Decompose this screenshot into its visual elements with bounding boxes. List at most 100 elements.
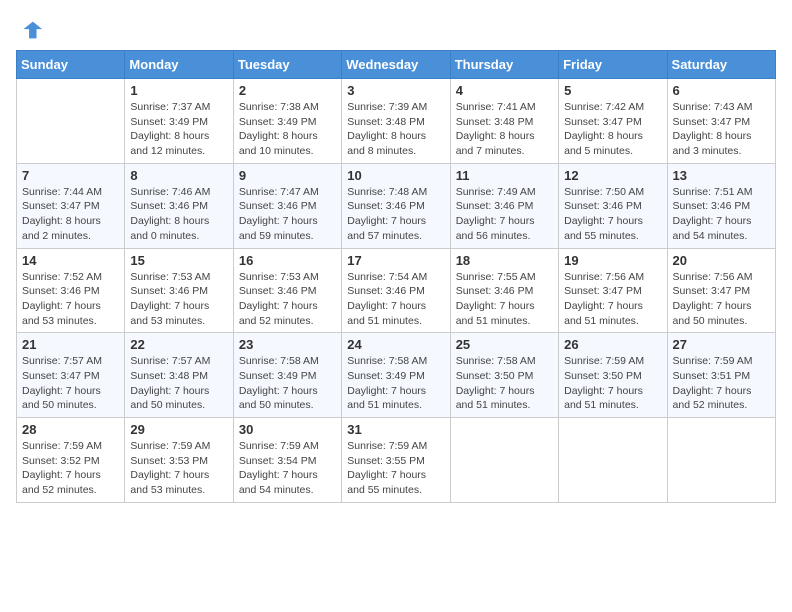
day-number: 11 xyxy=(456,168,553,183)
calendar-cell: 29 Sunrise: 7:59 AMSunset: 3:53 PMDayligh… xyxy=(125,418,233,503)
day-number: 5 xyxy=(564,83,661,98)
weekday-header-monday: Monday xyxy=(125,51,233,79)
calendar-cell: 6Sunrise: 7:43 AMSunset: 3:47 PMDaylight… xyxy=(667,79,775,164)
day-number: 15 xyxy=(130,253,227,268)
calendar-cell: 25 Sunrise: 7:58 AMSunset: 3:50 PMDayligh… xyxy=(450,333,558,418)
calendar-week-row: 28 Sunrise: 7:59 AMSunset: 3:52 PMDayligh… xyxy=(17,418,776,503)
calendar-table: SundayMondayTuesdayWednesdayThursdayFrid… xyxy=(16,50,776,503)
calendar-cell: 7 Sunrise: 7:44 AMSunset: 3:47 PMDaylight… xyxy=(17,163,125,248)
weekday-header-thursday: Thursday xyxy=(450,51,558,79)
calendar-cell: 14 Sunrise: 7:52 AMSunset: 3:46 PMDayligh… xyxy=(17,248,125,333)
logo-icon xyxy=(16,16,44,44)
calendar-cell: 2 Sunrise: 7:38 AMSunset: 3:49 PMDaylight… xyxy=(233,79,341,164)
day-number: 26 xyxy=(564,337,661,352)
day-number: 16 xyxy=(239,253,336,268)
day-number: 17 xyxy=(347,253,444,268)
day-number: 20 xyxy=(673,253,770,268)
day-info: Sunrise: 7:57 AMSunset: 3:48 PMDaylight:… xyxy=(130,354,227,413)
calendar-cell: 9 Sunrise: 7:47 AMSunset: 3:46 PMDaylight… xyxy=(233,163,341,248)
calendar-cell: 23Sunrise: 7:58 AMSunset: 3:49 PMDayligh… xyxy=(233,333,341,418)
day-info: Sunrise: 7:38 AMSunset: 3:49 PMDaylight:… xyxy=(239,100,336,159)
day-info: Sunrise: 7:55 AMSunset: 3:46 PMDaylight:… xyxy=(456,270,553,329)
day-number: 8 xyxy=(130,168,227,183)
day-info: Sunrise: 7:41 AMSunset: 3:48 PMDaylight:… xyxy=(456,100,553,159)
calendar-cell: 13 Sunrise: 7:51 AMSunset: 3:46 PMDayligh… xyxy=(667,163,775,248)
day-number: 29 xyxy=(130,422,227,437)
calendar-cell: 28 Sunrise: 7:59 AMSunset: 3:52 PMDayligh… xyxy=(17,418,125,503)
day-info: Sunrise: 7:37 AMSunset: 3:49 PMDaylight:… xyxy=(130,100,227,159)
calendar-week-row: 21 Sunrise: 7:57 AMSunset: 3:47 PMDayligh… xyxy=(17,333,776,418)
day-number: 24 xyxy=(347,337,444,352)
day-number: 27 xyxy=(673,337,770,352)
day-number: 14 xyxy=(22,253,119,268)
calendar-week-row: 7 Sunrise: 7:44 AMSunset: 3:47 PMDaylight… xyxy=(17,163,776,248)
day-number: 9 xyxy=(239,168,336,183)
day-number: 31 xyxy=(347,422,444,437)
calendar-cell: 3Sunrise: 7:39 AMSunset: 3:48 PMDaylight… xyxy=(342,79,450,164)
calendar-cell: 18 Sunrise: 7:55 AMSunset: 3:46 PMDayligh… xyxy=(450,248,558,333)
calendar-cell: 5Sunrise: 7:42 AMSunset: 3:47 PMDaylight… xyxy=(559,79,667,164)
day-info: Sunrise: 7:59 AMSunset: 3:52 PMDaylight:… xyxy=(22,439,119,498)
day-info: Sunrise: 7:47 AMSunset: 3:46 PMDaylight:… xyxy=(239,185,336,244)
day-number: 13 xyxy=(673,168,770,183)
calendar-cell: 27Sunrise: 7:59 AMSunset: 3:51 PMDayligh… xyxy=(667,333,775,418)
day-info: Sunrise: 7:57 AMSunset: 3:47 PMDaylight:… xyxy=(22,354,119,413)
weekday-header-saturday: Saturday xyxy=(667,51,775,79)
day-number: 7 xyxy=(22,168,119,183)
day-number: 21 xyxy=(22,337,119,352)
calendar-cell: 8 Sunrise: 7:46 AMSunset: 3:46 PMDaylight… xyxy=(125,163,233,248)
calendar-week-row: 14 Sunrise: 7:52 AMSunset: 3:46 PMDayligh… xyxy=(17,248,776,333)
weekday-header-wednesday: Wednesday xyxy=(342,51,450,79)
day-info: Sunrise: 7:52 AMSunset: 3:46 PMDaylight:… xyxy=(22,270,119,329)
calendar-cell: 24 Sunrise: 7:58 AMSunset: 3:49 PMDayligh… xyxy=(342,333,450,418)
day-info: Sunrise: 7:44 AMSunset: 3:47 PMDaylight:… xyxy=(22,185,119,244)
calendar-cell: 16Sunrise: 7:53 AMSunset: 3:46 PMDayligh… xyxy=(233,248,341,333)
calendar-cell: 20Sunrise: 7:56 AMSunset: 3:47 PMDayligh… xyxy=(667,248,775,333)
day-number: 19 xyxy=(564,253,661,268)
weekday-header-row: SundayMondayTuesdayWednesdayThursdayFrid… xyxy=(17,51,776,79)
calendar-cell: 30 Sunrise: 7:59 AMSunset: 3:54 PMDayligh… xyxy=(233,418,341,503)
day-info: Sunrise: 7:59 AMSunset: 3:50 PMDaylight:… xyxy=(564,354,661,413)
weekday-header-friday: Friday xyxy=(559,51,667,79)
page-header xyxy=(16,16,776,44)
day-number: 4 xyxy=(456,83,553,98)
weekday-header-sunday: Sunday xyxy=(17,51,125,79)
calendar-cell: 4 Sunrise: 7:41 AMSunset: 3:48 PMDaylight… xyxy=(450,79,558,164)
day-info: Sunrise: 7:58 AMSunset: 3:50 PMDaylight:… xyxy=(456,354,553,413)
logo xyxy=(16,16,48,44)
day-info: Sunrise: 7:56 AMSunset: 3:47 PMDaylight:… xyxy=(564,270,661,329)
day-number: 2 xyxy=(239,83,336,98)
day-info: Sunrise: 7:50 AMSunset: 3:46 PMDaylight:… xyxy=(564,185,661,244)
calendar-cell: 22Sunrise: 7:57 AMSunset: 3:48 PMDayligh… xyxy=(125,333,233,418)
day-info: Sunrise: 7:58 AMSunset: 3:49 PMDaylight:… xyxy=(347,354,444,413)
day-info: Sunrise: 7:59 AMSunset: 3:53 PMDaylight:… xyxy=(130,439,227,498)
calendar-cell: 21 Sunrise: 7:57 AMSunset: 3:47 PMDayligh… xyxy=(17,333,125,418)
day-number: 18 xyxy=(456,253,553,268)
calendar-cell: 11 Sunrise: 7:49 AMSunset: 3:46 PMDayligh… xyxy=(450,163,558,248)
day-info: Sunrise: 7:49 AMSunset: 3:46 PMDaylight:… xyxy=(456,185,553,244)
day-info: Sunrise: 7:48 AMSunset: 3:46 PMDaylight:… xyxy=(347,185,444,244)
day-number: 10 xyxy=(347,168,444,183)
calendar-week-row: 1 Sunrise: 7:37 AMSunset: 3:49 PMDaylight… xyxy=(17,79,776,164)
day-info: Sunrise: 7:53 AMSunset: 3:46 PMDaylight:… xyxy=(130,270,227,329)
calendar-cell xyxy=(667,418,775,503)
day-info: Sunrise: 7:58 AMSunset: 3:49 PMDaylight:… xyxy=(239,354,336,413)
calendar-cell: 12Sunrise: 7:50 AMSunset: 3:46 PMDayligh… xyxy=(559,163,667,248)
day-number: 1 xyxy=(130,83,227,98)
weekday-header-tuesday: Tuesday xyxy=(233,51,341,79)
day-info: Sunrise: 7:43 AMSunset: 3:47 PMDaylight:… xyxy=(673,100,770,159)
day-number: 28 xyxy=(22,422,119,437)
day-info: Sunrise: 7:59 AMSunset: 3:55 PMDaylight:… xyxy=(347,439,444,498)
calendar-cell: 10 Sunrise: 7:48 AMSunset: 3:46 PMDayligh… xyxy=(342,163,450,248)
calendar-cell xyxy=(559,418,667,503)
calendar-cell xyxy=(17,79,125,164)
calendar-cell: 19 Sunrise: 7:56 AMSunset: 3:47 PMDayligh… xyxy=(559,248,667,333)
day-info: Sunrise: 7:46 AMSunset: 3:46 PMDaylight:… xyxy=(130,185,227,244)
calendar-cell: 31 Sunrise: 7:59 AMSunset: 3:55 PMDayligh… xyxy=(342,418,450,503)
calendar-cell: 26 Sunrise: 7:59 AMSunset: 3:50 PMDayligh… xyxy=(559,333,667,418)
day-number: 30 xyxy=(239,422,336,437)
day-info: Sunrise: 7:51 AMSunset: 3:46 PMDaylight:… xyxy=(673,185,770,244)
day-number: 25 xyxy=(456,337,553,352)
calendar-cell: 15 Sunrise: 7:53 AMSunset: 3:46 PMDayligh… xyxy=(125,248,233,333)
day-info: Sunrise: 7:59 AMSunset: 3:54 PMDaylight:… xyxy=(239,439,336,498)
